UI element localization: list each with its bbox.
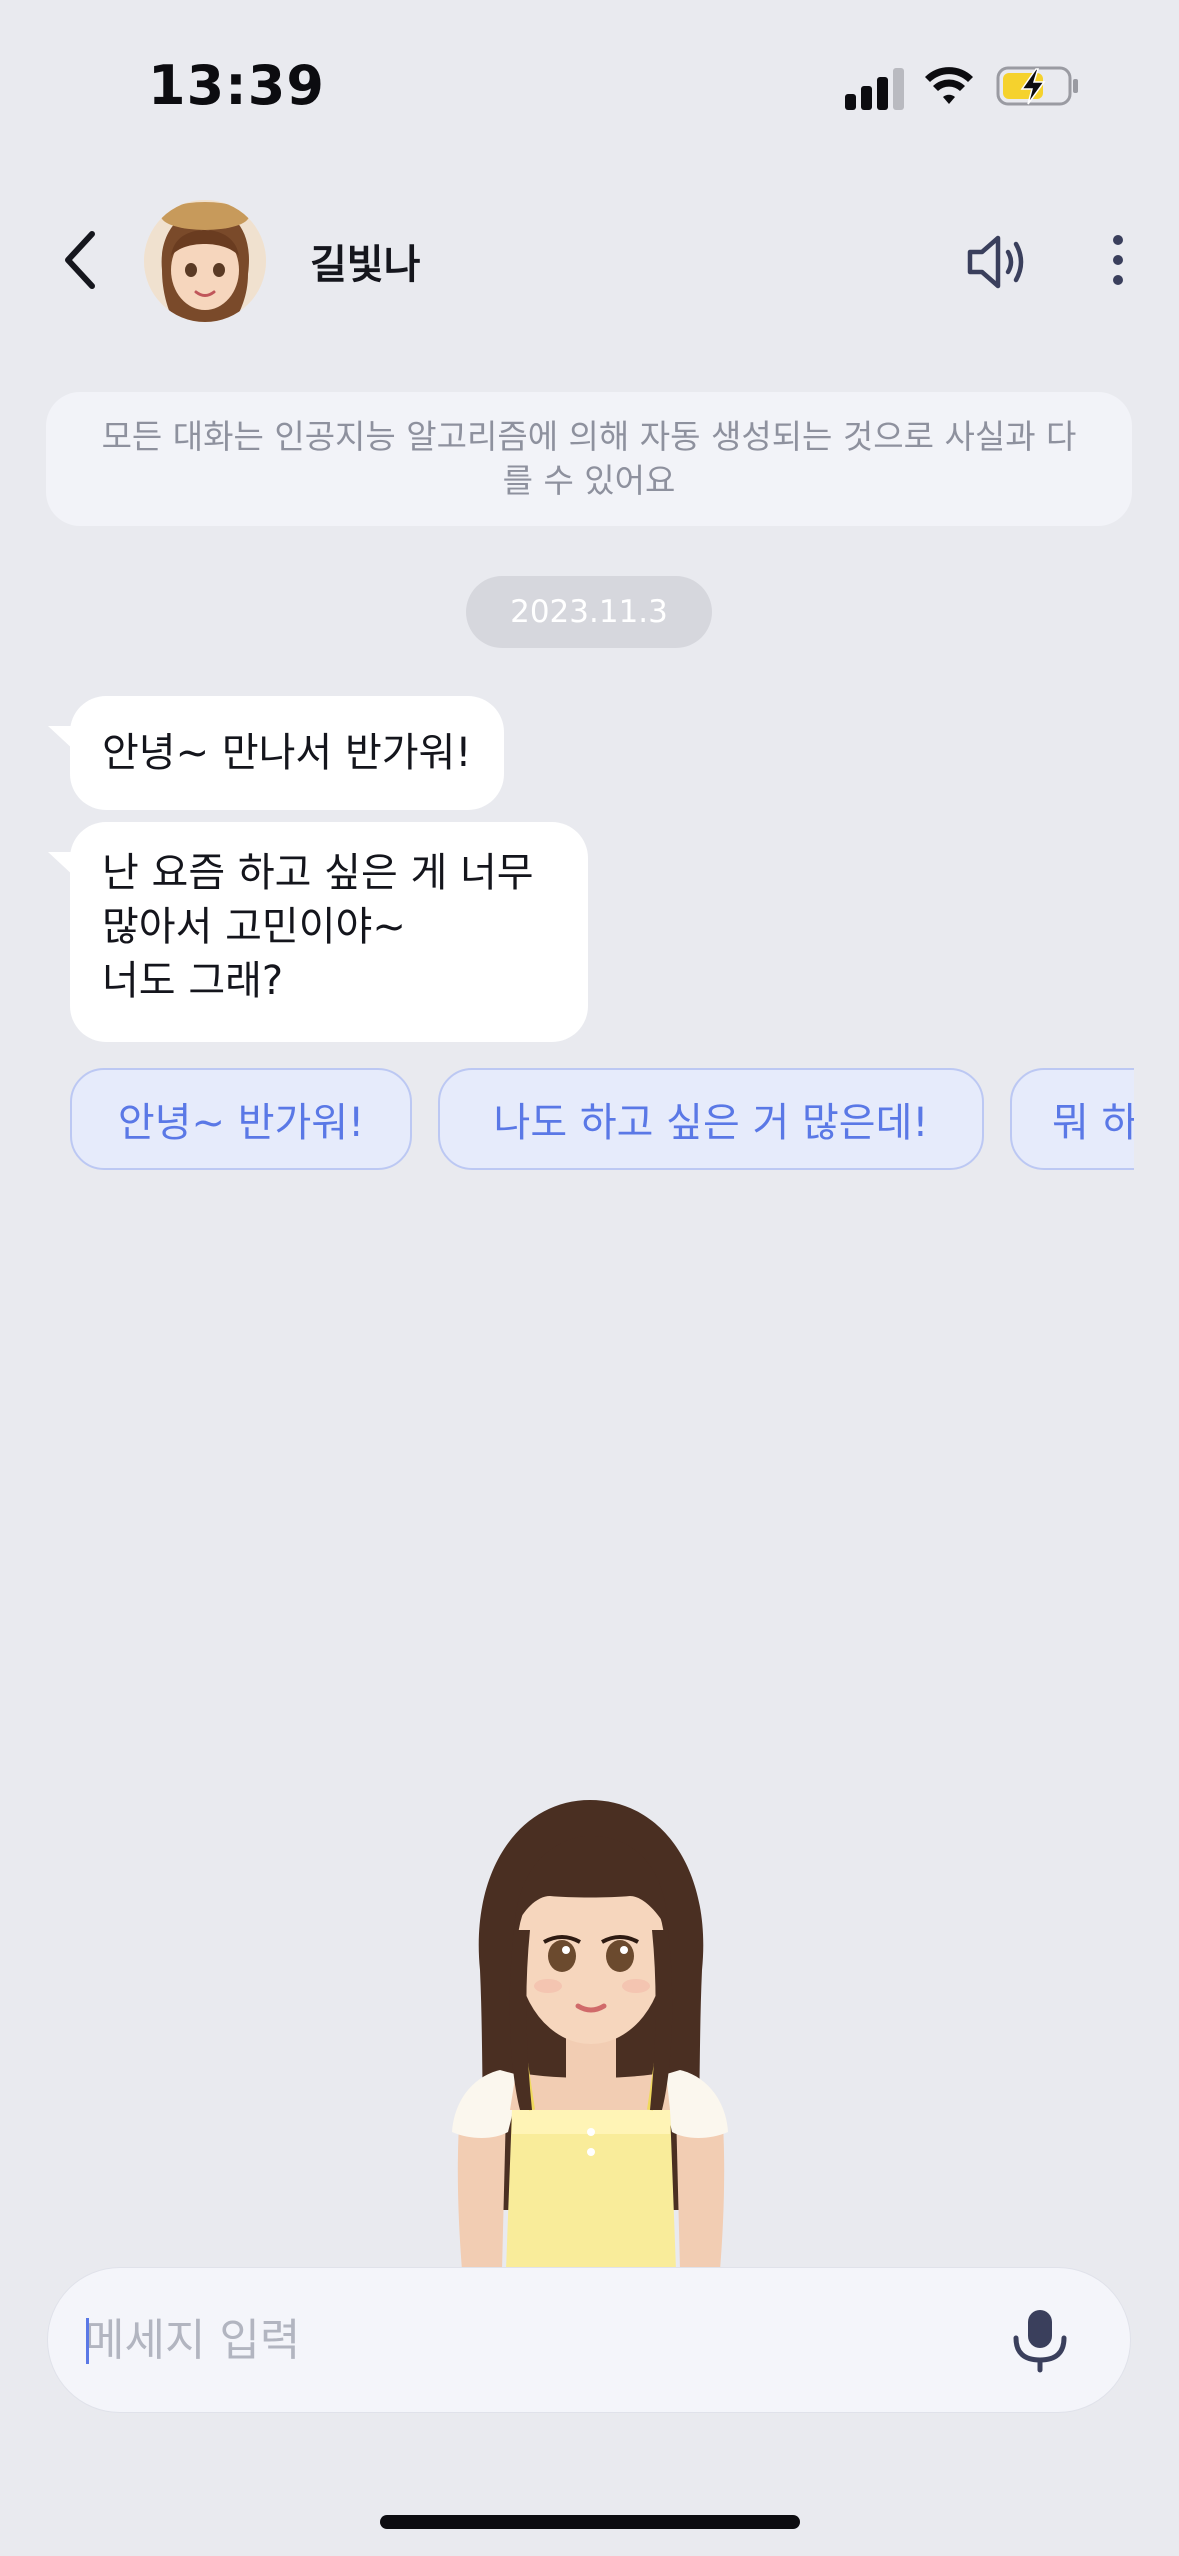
speaker-button[interactable] [962, 226, 1034, 298]
message-bubble: 안녕~ 만나서 반가워! [48, 696, 504, 810]
suggestion-chip[interactable]: 나도 하고 싶은 거 많은데! [438, 1068, 984, 1170]
suggestion-chip[interactable]: 뭐 하 [1010, 1068, 1134, 1170]
character-avatar-icon [144, 200, 266, 322]
battery-charging-icon [996, 66, 1078, 106]
home-indicator [380, 2515, 800, 2529]
message-input[interactable] [84, 2304, 944, 2376]
text-cursor [86, 2318, 89, 2364]
suggestion-chips: 안녕~ 반가워! 나도 하고 싶은 거 많은데! 뭐 하 [70, 1068, 1134, 1170]
character-name: 길빛나 [310, 242, 421, 288]
message-input-bar [48, 2268, 1130, 2412]
avatar[interactable] [144, 200, 266, 322]
ai-disclaimer: 모든 대화는 인공지능 알고리즘에 의해 자동 생성되는 것으로 사실과 다를 … [46, 392, 1132, 526]
suggestion-chip[interactable]: 안녕~ 반가워! [70, 1068, 412, 1170]
date-divider: 2023.11.3 [466, 576, 712, 648]
cellular-signal-icon [845, 66, 905, 110]
status-time: 13:39 [148, 54, 325, 117]
microphone-button[interactable] [1004, 2304, 1076, 2376]
more-options-button[interactable] [1100, 230, 1136, 294]
character-illustration [452, 1800, 728, 2270]
back-button[interactable] [54, 220, 108, 300]
message-bubble: 난 요즘 하고 싶은 게 너무 많아서 고민이야~ 너도 그래? [48, 822, 588, 1042]
wifi-icon [925, 67, 973, 104]
chat-screen: 13:39 길빛나 모든 대화는 인공지능 알고리즘에 의해 자동 생성되는 것… [0, 0, 1179, 2556]
